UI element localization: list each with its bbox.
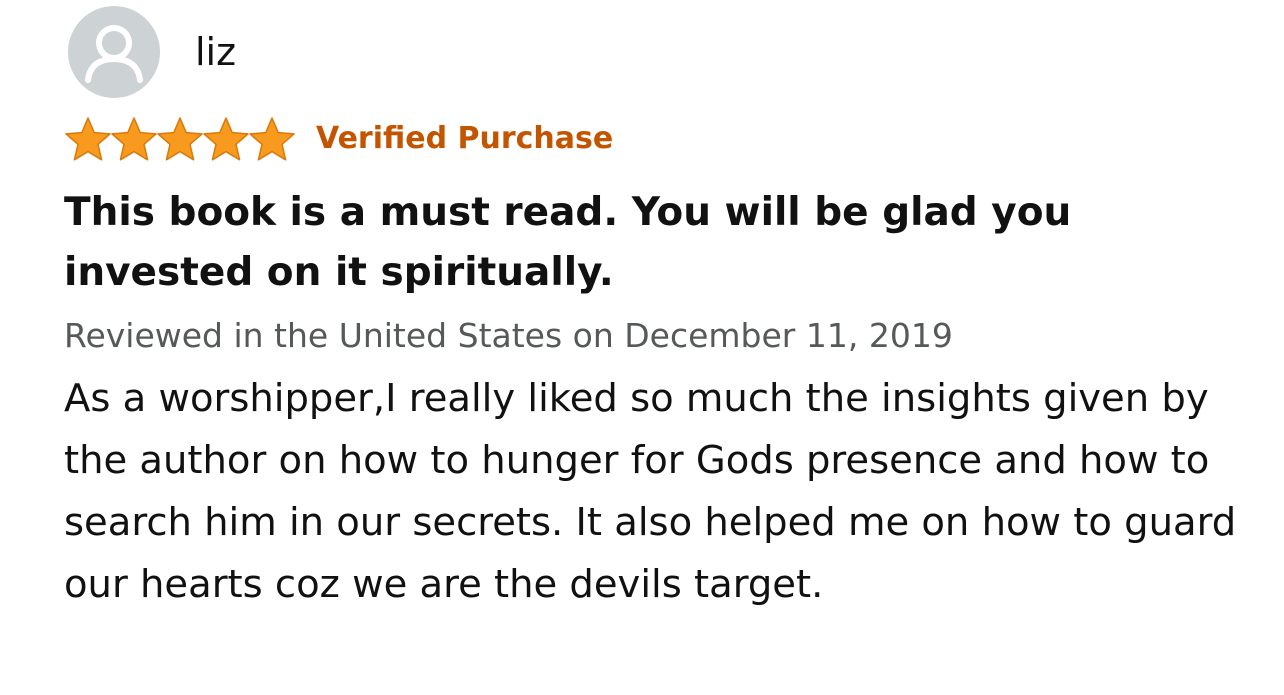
review-title[interactable]: This book is a must read. You will be gl… [64, 183, 1244, 303]
star-icon [248, 115, 296, 163]
review-body: As a worshipper,I really liked so much t… [64, 376, 1237, 607]
star-icon [64, 115, 112, 163]
star-icon [110, 115, 158, 163]
review-date: Reviewed in the United States on Decembe… [64, 316, 953, 355]
reviewer-name[interactable]: liz [195, 28, 236, 76]
star-rating[interactable] [64, 115, 296, 163]
star-icon [202, 115, 250, 163]
user-avatar-icon[interactable] [68, 6, 160, 98]
star-icon [156, 115, 204, 163]
verified-purchase-badge: Verified Purchase [316, 121, 614, 156]
rating-row: Verified Purchase [64, 113, 613, 165]
review-card: liz Verified Purchase This book is a mus… [0, 0, 1284, 695]
